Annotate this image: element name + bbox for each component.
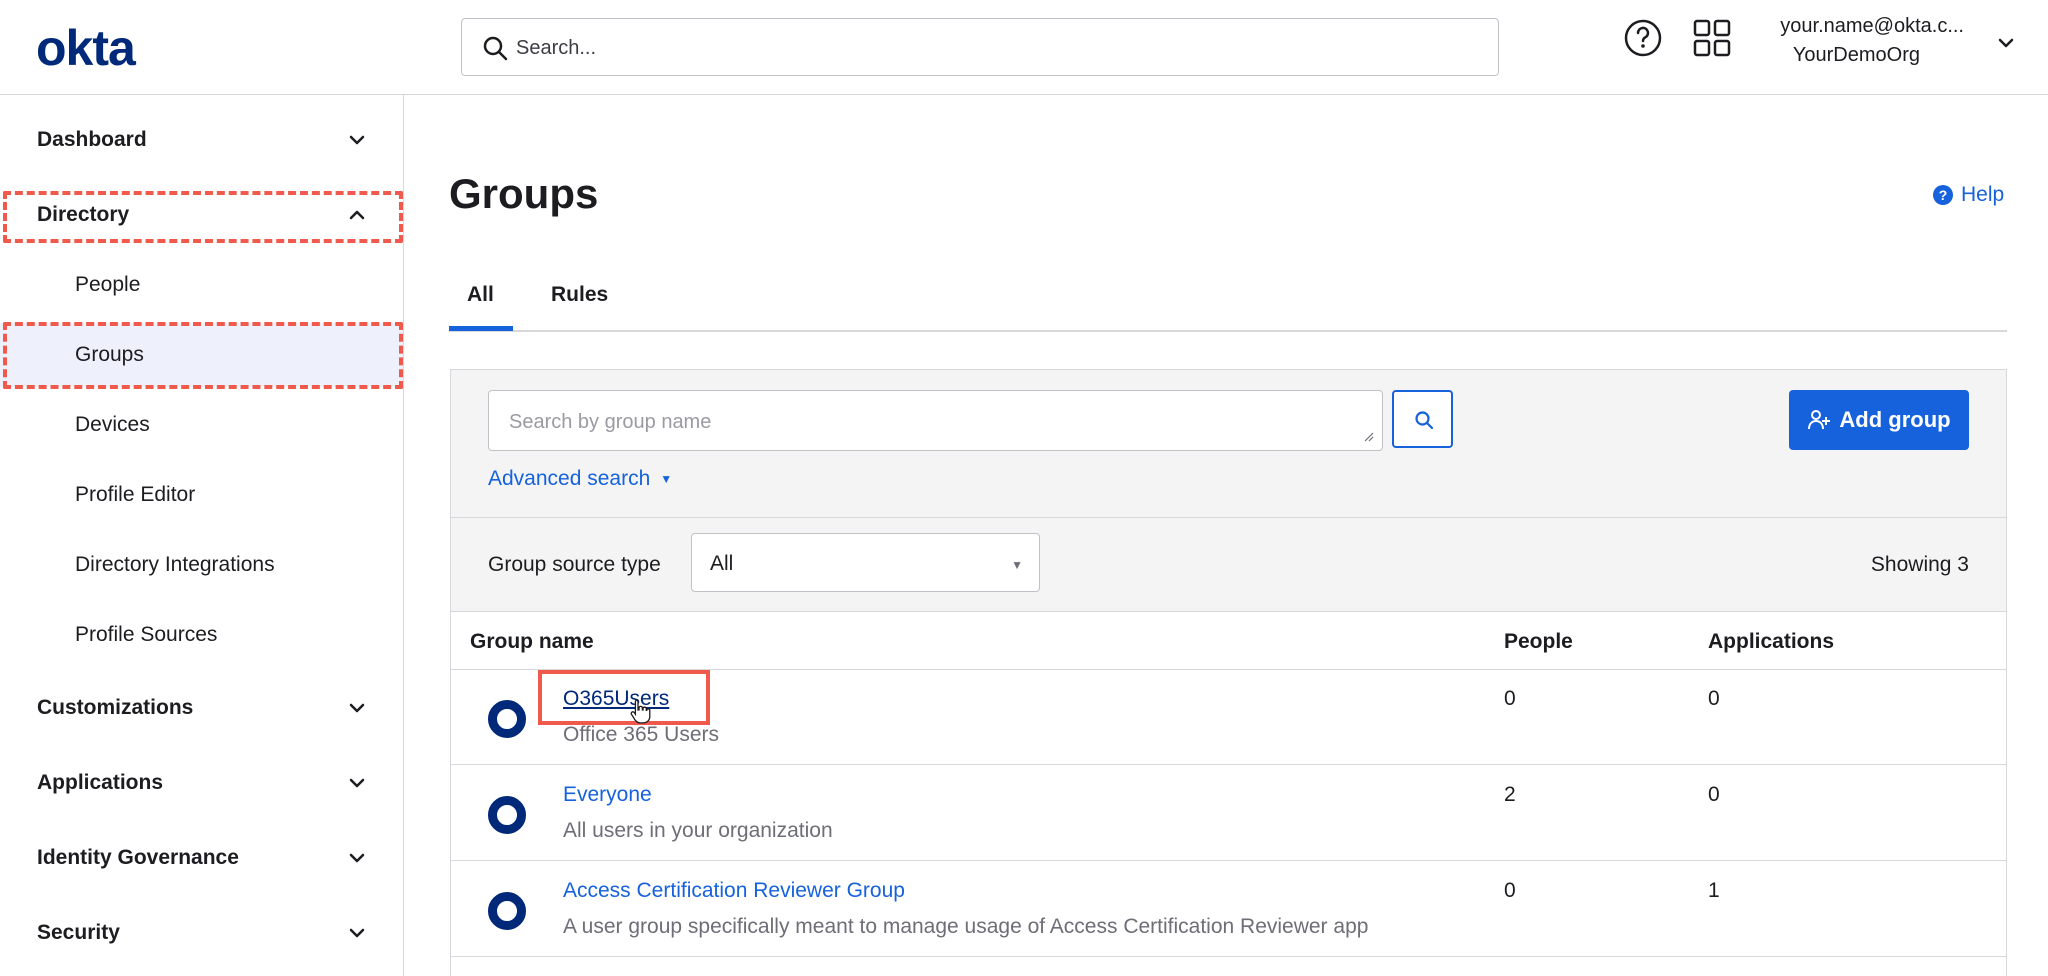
people-count: 0 [1504,879,1516,902]
table-row: Access Certification Reviewer Group A us… [451,862,2006,957]
sidebar-section-label: Security [37,921,120,944]
add-group-button[interactable]: Add group [1789,390,1969,450]
column-header-applications[interactable]: Applications [1708,630,1834,654]
group-name-link[interactable]: Everyone [563,783,652,807]
search-toolbar: Add group Advanced search ▼ [451,370,2006,518]
advanced-search-toggle[interactable]: Advanced search ▼ [488,467,672,491]
result-count: Showing 3 [1870,553,1969,576]
o365users-highlight [538,670,710,725]
help-label: Help [1961,183,2005,206]
help-link[interactable]: ? Help [1933,183,2004,207]
user-email: your.name@okta.c... [1780,15,1964,37]
global-search[interactable] [461,18,1499,76]
chevron-down-icon [349,853,365,863]
tab-all[interactable]: All [467,283,494,307]
page-title: Groups [449,170,599,217]
sidebar-item-label: Directory Integrations [75,553,275,576]
sidebar-section-identity-governance[interactable]: Identity Governance [0,826,403,890]
sidebar-item-devices[interactable]: Devices [0,393,403,457]
okta-logo[interactable]: okta [36,22,136,74]
sidebar-section-label: Customizations [37,696,194,719]
sidebar-section-label: Dashboard [37,128,147,151]
group-search-field[interactable] [488,390,1383,451]
people-count: 2 [1504,783,1516,806]
chevron-down-icon [349,135,365,145]
caret-down-icon: ▼ [660,472,673,486]
group-search-button[interactable] [1392,390,1453,448]
user-menu[interactable]: your.name@okta.c... YourDemoOrg [1746,13,2016,73]
sidebar-item-label: Devices [75,413,150,436]
people-count: 0 [1504,687,1516,710]
applications-count: 0 [1708,687,1720,710]
table-row: O365Users Office 365 Users 0 0 [451,670,2006,765]
user-org: YourDemoOrg [1792,44,1920,66]
sidebar-item-profile-sources[interactable]: Profile Sources [0,603,403,667]
group-source-type-select[interactable]: All ▼ [691,533,1040,592]
resize-grip-icon[interactable] [1362,430,1374,442]
help-icon: ? [1933,185,1953,205]
group-description: All users in your organization [563,819,833,842]
chevron-down-icon [349,928,365,938]
sidebar-item-profile-editor[interactable]: Profile Editor [0,463,403,527]
group-search-input[interactable] [489,391,1382,450]
groups-highlight [3,322,403,389]
groups-panel: Add group Advanced search ▼ Group source… [450,369,2007,976]
directory-highlight [3,191,403,243]
search-icon [1415,411,1434,430]
sidebar: Dashboard Directory People Groups Device… [0,95,404,976]
group-icon [488,796,526,834]
select-value: All [710,552,734,575]
group-source-type-label: Group source type [488,553,661,576]
applications-count: 1 [1708,879,1720,902]
sidebar-item-people[interactable]: People [0,253,403,317]
filter-row: Group source type All ▼ Showing 3 [451,518,2006,612]
column-header-people[interactable]: People [1504,630,1573,654]
hand-cursor-icon [630,699,651,724]
advanced-search-label: Advanced search [488,467,651,490]
sidebar-item-label: People [75,273,141,296]
group-name-link[interactable]: Access Certification Reviewer Group [563,879,905,903]
sidebar-section-dashboard[interactable]: Dashboard [0,108,403,172]
sidebar-section-applications[interactable]: Applications [0,751,403,815]
sidebar-item-label: Profile Sources [75,623,218,646]
table-row: Everyone All users in your organization … [451,766,2006,861]
table-header: Group name People Applications [451,612,2006,670]
sidebar-section-customizations[interactable]: Customizations [0,676,403,740]
sidebar-section-label: Applications [37,771,164,794]
sidebar-section-security[interactable]: Security [0,901,403,965]
tab-bar: All Rules [449,265,2007,332]
sidebar-section-label: Identity Governance [37,846,239,869]
column-header-group-name[interactable]: Group name [470,630,594,654]
active-tab-indicator [449,326,513,331]
global-search-input[interactable] [516,31,1416,65]
help-circle-icon[interactable] [1623,18,1663,58]
search-icon [483,36,508,61]
top-bar: okta your.name@okta.c... YourDemoOrg [0,0,2048,95]
apps-grid-icon[interactable] [1692,18,1732,58]
group-icon [488,892,526,930]
chevron-down-icon [349,703,365,713]
sidebar-item-directory-integrations[interactable]: Directory Integrations [0,533,403,597]
sidebar-item-label: Profile Editor [75,483,196,506]
add-group-label: Add group [1839,407,1951,432]
chevron-down-icon [349,778,365,788]
group-description: A user group specifically meant to manag… [563,915,1369,938]
group-description: Office 365 Users [563,723,720,746]
tab-rules[interactable]: Rules [551,283,608,307]
add-user-icon [1808,410,1831,430]
chevron-down-icon[interactable] [1996,33,2016,53]
applications-count: 0 [1708,783,1720,806]
group-icon [488,700,526,738]
caret-down-icon: ▼ [1011,558,1023,572]
